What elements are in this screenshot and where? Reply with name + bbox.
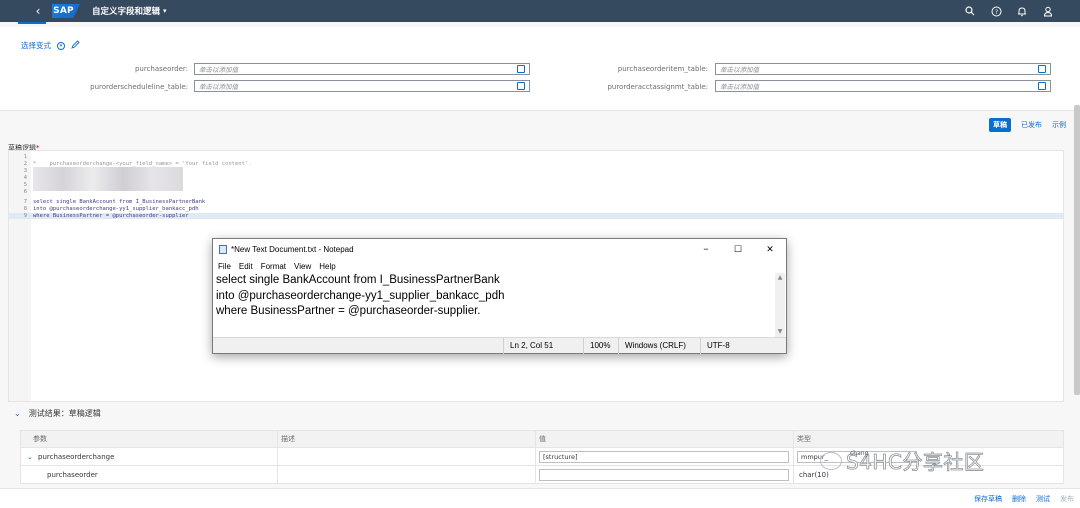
notepad-scrollbar[interactable]: ▲ ▼: [775, 273, 785, 337]
menu-format[interactable]: Format: [261, 262, 286, 271]
placeholder: 单击以添加值: [720, 83, 759, 91]
test-results-header[interactable]: ⌄ 测试结果：草稿逻辑: [14, 408, 101, 419]
placeholder: 单击以添加值: [199, 83, 238, 91]
zoom-level: 100%: [583, 338, 610, 354]
active-tab-indicator: [18, 22, 46, 24]
purorderscheduleline-input[interactable]: 单击以添加值: [194, 80, 530, 92]
value-help-icon[interactable]: [517, 65, 525, 73]
text-line: where BusinessPartner = @purchaseorder-s…: [216, 305, 481, 317]
user-icon[interactable]: [1042, 5, 1054, 17]
save-draft-button[interactable]: 保存草稿: [974, 494, 1002, 504]
chevron-down-icon: ⌄: [14, 409, 21, 418]
code-line: 1: [23, 154, 27, 160]
notepad-titlebar[interactable]: *New Text Document.txt - Notepad − ☐ ✕: [213, 239, 786, 259]
tab-published[interactable]: 已发布: [1021, 120, 1042, 130]
delete-button[interactable]: 删除: [1012, 494, 1026, 504]
help-icon[interactable]: ?: [990, 5, 1002, 17]
expand-icon[interactable]: ⌄: [27, 448, 33, 466]
publish-button[interactable]: 发布: [1060, 494, 1074, 504]
maximize-button[interactable]: ☐: [722, 239, 754, 259]
notification-icon[interactable]: [1016, 5, 1028, 17]
test-results-title: 测试结果：草稿逻辑: [28, 409, 101, 418]
variant-label: 选择变式: [21, 41, 51, 50]
purorderacctassignmt-label: purorderacctassignmt_table:: [607, 83, 708, 91]
footer-toolbar: 保存草稿 删除 测试 发布: [0, 488, 1080, 508]
code-line: 8 into @purchaseorderchange-yy1_supplier_…: [23, 206, 199, 212]
purorderacctassignmt-input[interactable]: 单击以添加值: [715, 80, 1051, 92]
text-line: select single BankAccount from I_Busines…: [216, 274, 500, 286]
scroll-up-icon[interactable]: ▲: [776, 274, 784, 282]
chevron-left-icon: ‹: [35, 4, 41, 18]
value-help-icon[interactable]: [1038, 65, 1046, 73]
wechat-icon: [820, 451, 842, 470]
app-title: 自定义字段和逻辑: [92, 7, 161, 17]
menu-help[interactable]: Help: [319, 262, 335, 271]
menu-edit[interactable]: Edit: [239, 262, 253, 271]
placeholder: 单击以添加值: [199, 66, 238, 74]
watermark-small-text: chang: [850, 450, 869, 457]
search-icon[interactable]: [964, 5, 976, 17]
edit-icon[interactable]: [71, 40, 80, 51]
column-header-param: 参数: [33, 431, 47, 447]
line-ending: Windows (CRLF): [618, 338, 686, 354]
notepad-text-area[interactable]: select single BankAccount from I_Busines…: [215, 273, 775, 337]
menu-file[interactable]: File: [218, 262, 231, 271]
purchaseorder-label: purchaseorder:: [134, 65, 188, 73]
purchaseorderitem-input[interactable]: 单击以添加值: [715, 63, 1051, 75]
param-name: purchaseorder: [47, 471, 98, 479]
watermark: chang S4HC分享社区: [820, 446, 984, 475]
purchaseorder-input[interactable]: 单击以添加值: [194, 63, 530, 75]
code-line: 7 select single BankAccount from I_Busine…: [23, 199, 206, 205]
shell-bar: ‹ SAP 自定义字段和逻辑 ▾ ?: [0, 0, 1080, 22]
purchaseorderitem-label: purchaseorderitem_table:: [617, 65, 708, 73]
value-input[interactable]: [structure]: [539, 451, 789, 463]
notepad-window[interactable]: *New Text Document.txt - Notepad − ☐ ✕ F…: [212, 238, 787, 354]
tab-example[interactable]: 示例: [1052, 120, 1066, 130]
column-header-type: 类型: [797, 431, 811, 447]
value-help-icon[interactable]: [1038, 82, 1046, 90]
tab-draft[interactable]: 草稿: [989, 118, 1011, 132]
app-title-menu[interactable]: 自定义字段和逻辑 ▾: [92, 5, 167, 17]
scroll-down-icon[interactable]: ▼: [776, 328, 784, 336]
caret-down-icon: ▾: [163, 7, 167, 15]
back-button[interactable]: ‹: [28, 4, 48, 18]
test-button[interactable]: 测试: [1036, 494, 1050, 504]
param-name: purchaseorderchange: [38, 453, 115, 461]
menu-view[interactable]: View: [294, 262, 311, 271]
notepad-menubar: File Edit Format View Help: [213, 259, 786, 273]
editor-tab-bar: 草稿 已发布 示例: [989, 118, 1066, 132]
value-input[interactable]: [539, 469, 789, 481]
notepad-title: *New Text Document.txt - Notepad: [231, 244, 354, 254]
notepad-statusbar: Ln 2, Col 51 100% Windows (CRLF) UTF-8: [213, 337, 786, 354]
redacted-area: [33, 167, 183, 191]
encoding: UTF-8: [700, 338, 730, 354]
close-button[interactable]: ✕: [754, 239, 786, 259]
purorderscheduleline-label: purorderscheduleline_table:: [90, 83, 188, 91]
column-header-desc: 描述: [281, 431, 295, 447]
minimize-button[interactable]: −: [690, 239, 722, 259]
cursor-position: Ln 2, Col 51: [503, 338, 553, 354]
svg-text:?: ?: [994, 9, 997, 16]
column-header-value: 值: [539, 431, 546, 447]
chevron-down-icon: ▾: [57, 41, 65, 50]
code-line-current: 9 where BusinessPartner = @purchaseorder-…: [9, 213, 1063, 219]
text-line: into @purchaseorderchange-yy1_supplier_b…: [216, 289, 505, 302]
page-scrollbar[interactable]: [1074, 105, 1080, 395]
sap-logo: SAP: [52, 4, 80, 18]
notepad-icon: [219, 244, 227, 254]
filter-bar: 选择变式 ▾ purchaseorder: 单击以添加值 purordersch…: [0, 27, 1080, 111]
value-help-icon[interactable]: [517, 82, 525, 90]
placeholder: 单击以添加值: [720, 66, 759, 74]
variant-selector[interactable]: 选择变式 ▾: [21, 40, 80, 51]
